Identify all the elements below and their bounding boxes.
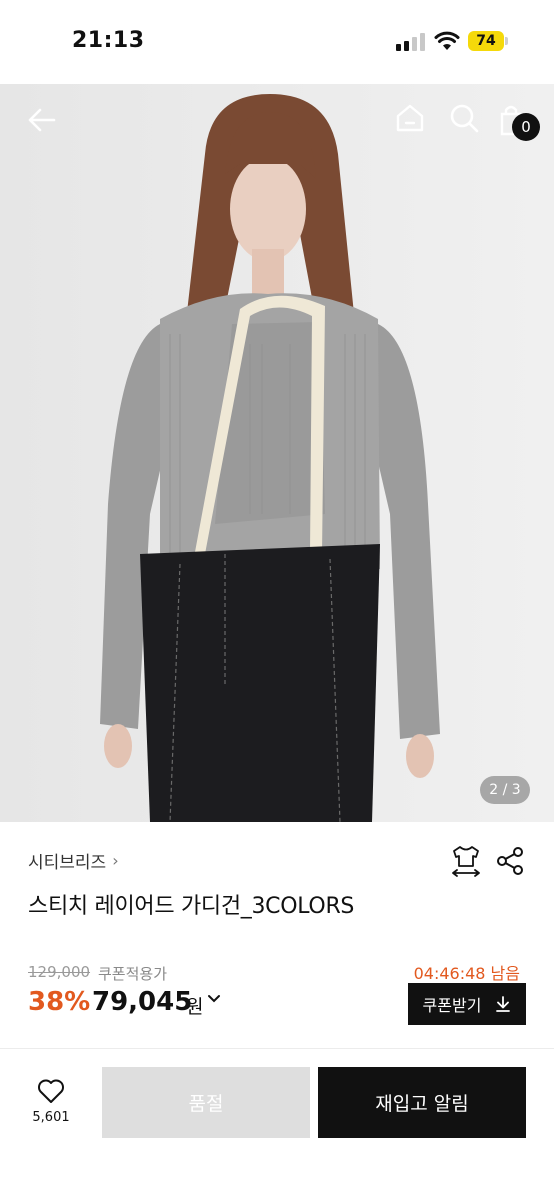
status-time: 21:13	[72, 28, 145, 53]
back-arrow-icon[interactable]	[26, 104, 58, 136]
home-icon[interactable]	[394, 102, 426, 134]
currency-unit: 원	[186, 996, 204, 1018]
cart-count-badge: 0	[512, 113, 540, 141]
chevron-down-icon[interactable]	[207, 994, 221, 1004]
product-title: 스티치 레이어드 가디건_3COLORS	[28, 894, 355, 919]
product-image[interactable]	[0, 84, 554, 822]
search-icon[interactable]	[448, 102, 480, 134]
status-bar: 21:13 74	[0, 0, 554, 84]
restock-alert-button[interactable]: 재입고 알림	[318, 1067, 526, 1138]
discount-rate: 38%	[28, 987, 91, 1017]
like-count: 5,601	[32, 1110, 70, 1125]
battery-tip	[505, 37, 508, 45]
soldout-button: 품절	[102, 1067, 310, 1138]
get-coupon-button[interactable]: 쿠폰받기	[408, 983, 526, 1025]
sale-price: 79,045	[92, 987, 193, 1017]
like-button[interactable]: 5,601	[26, 1078, 76, 1130]
heart-icon	[38, 1079, 64, 1103]
chevron-right-icon: ›	[112, 851, 119, 870]
section-divider	[0, 1048, 554, 1049]
cellular-signal-icon	[396, 33, 426, 51]
download-icon	[496, 996, 511, 1012]
get-coupon-label: 쿠폰받기	[422, 996, 482, 1015]
countdown-timer: 04:46:48 남음	[413, 964, 520, 983]
wifi-icon	[434, 31, 460, 50]
brand-name: 시티브리즈	[28, 853, 107, 873]
product-photo	[0, 84, 554, 822]
image-page-indicator: 2 / 3	[480, 776, 530, 804]
brand-link[interactable]: 시티브리즈 ›	[28, 848, 119, 873]
battery-indicator: 74	[468, 31, 504, 51]
original-price: 129,000	[28, 963, 91, 981]
size-guide-icon[interactable]	[450, 844, 482, 878]
coupon-price-label: 쿠폰적용가	[98, 965, 168, 983]
share-icon[interactable]	[496, 846, 524, 876]
